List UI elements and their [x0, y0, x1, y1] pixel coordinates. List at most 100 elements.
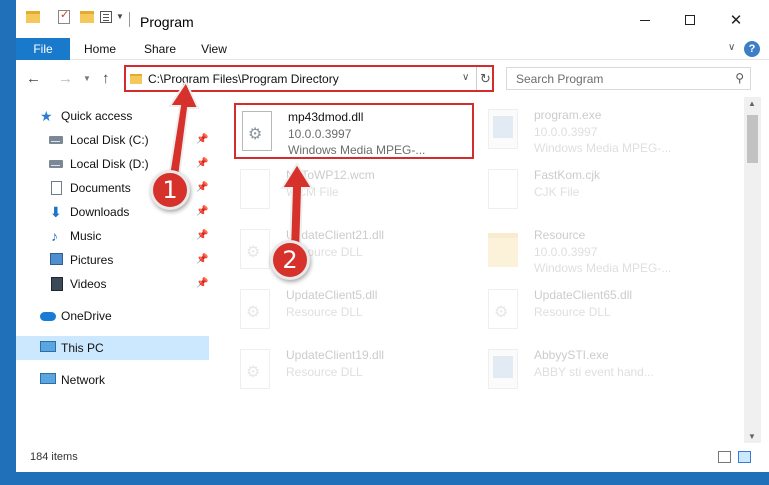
recent-locations-icon[interactable]: ▼	[83, 74, 91, 83]
tab-home[interactable]: Home	[78, 38, 122, 60]
pin-icon[interactable]: 📌	[196, 206, 208, 217]
cloud-icon	[40, 312, 56, 321]
forward-arrow-icon[interactable]: →	[58, 70, 73, 87]
file-item-updateclient5[interactable]: UpdateClient5.dll Resource DLL	[234, 283, 474, 339]
folder-icon	[130, 74, 142, 84]
document-icon	[51, 181, 62, 195]
ribbon-expand-icon[interactable]: ∨	[728, 42, 735, 53]
help-icon[interactable]: ?	[744, 41, 760, 57]
scroll-down-icon[interactable]: ▼	[748, 432, 756, 441]
close-icon: ✕	[729, 12, 743, 29]
search-input[interactable]: Search Program ⚲	[506, 67, 751, 90]
file-version: 10.0.0.3997	[534, 245, 598, 259]
file-version: 10.0.0.3997	[288, 127, 352, 141]
details-view-icon[interactable]	[718, 451, 731, 463]
vertical-scrollbar[interactable]: ▲ ▼	[744, 97, 761, 443]
dll-gear-icon	[242, 111, 272, 151]
dll-gear-icon	[240, 289, 270, 329]
scroll-up-icon[interactable]: ▲	[748, 99, 756, 108]
folder-icon[interactable]	[26, 11, 40, 23]
sidebar-item-label: Quick access	[61, 109, 133, 123]
sidebar-item-label: Downloads	[70, 205, 130, 219]
file-list: mp43dmod.dll 10.0.0.3997 Windows Media M…	[232, 97, 744, 440]
sidebar-item-label: Pictures	[70, 253, 114, 267]
tab-file[interactable]: File	[16, 38, 70, 60]
ribbon-tabs: File Home Share View ∨ ?	[16, 38, 769, 60]
file-item-notowp12[interactable]: NoToWP12.wcm WCM File	[234, 163, 474, 219]
status-bar: 184 items	[16, 446, 769, 468]
pictures-icon	[50, 253, 63, 265]
chevron-down-icon[interactable]: ▼	[116, 12, 124, 21]
sidebar-item-label: Network	[61, 373, 106, 387]
file-name: UpdateClient19.dll	[286, 348, 385, 362]
sidebar-item-music[interactable]: ♪ Music 📌	[16, 224, 209, 248]
file-item-updateclient19[interactable]: UpdateClient19.dll Resource DLL	[234, 343, 474, 399]
sidebar-item-label: Local Disk (C:)	[70, 133, 149, 147]
minimize-button[interactable]	[622, 6, 668, 34]
file-name: AbbyySTI.exe	[534, 348, 609, 362]
file-item-updateclient65[interactable]: UpdateClient65.dll Resource DLL	[482, 283, 722, 339]
sidebar-item-label: OneDrive	[61, 309, 112, 323]
sidebar-item-label: This PC	[61, 341, 104, 355]
file-type: Resource DLL	[534, 305, 611, 319]
file-type: CJK File	[534, 185, 580, 199]
file-description: Windows Media MPEG-...	[534, 261, 672, 275]
customize-toolbar-icon[interactable]	[100, 11, 112, 23]
file-name: program.exe	[534, 108, 602, 122]
file-name: mp43dmod.dll	[288, 110, 364, 124]
file-item-updateclient21[interactable]: UpdateClient21.dll Resource DLL	[234, 223, 474, 279]
sidebar-item-label: Documents	[70, 181, 131, 195]
maximize-button[interactable]	[667, 6, 713, 34]
dll-gear-icon	[240, 229, 270, 269]
pin-icon[interactable]: 📌	[196, 230, 208, 241]
file-item-resource[interactable]: Resource 10.0.0.3997 Windows Media MPEG-…	[482, 223, 722, 279]
close-button[interactable]: ✕	[713, 6, 759, 34]
item-count: 184 items	[30, 451, 78, 463]
sidebar-item-label: Local Disk (D:)	[70, 157, 149, 171]
minimize-icon	[640, 19, 650, 21]
large-icons-view-icon[interactable]	[738, 451, 751, 463]
explorer-window: ▼ Program ✕ File Home Share View ∨ ? ← →…	[16, 0, 769, 472]
file-item-fastkom[interactable]: FastKom.cjk CJK File	[482, 163, 722, 219]
dll-gear-icon	[240, 349, 270, 389]
sidebar-item-network[interactable]: Network	[16, 368, 209, 392]
pin-icon[interactable]: 📌	[196, 278, 208, 289]
maximize-icon	[685, 15, 695, 25]
file-item-program-exe[interactable]: program.exe 10.0.0.3997 Windows Media MP…	[482, 103, 722, 159]
sidebar-item-videos[interactable]: Videos 📌	[16, 272, 209, 296]
sidebar-item-onedrive[interactable]: OneDrive	[16, 304, 209, 328]
back-arrow-icon[interactable]: ←	[26, 70, 41, 87]
sidebar-item-this-pc[interactable]: This PC	[16, 336, 209, 360]
address-dropdown-icon[interactable]: ∨	[462, 72, 469, 83]
file-item-abbyysti[interactable]: AbbyySTI.exe ABBY sti event hand...	[482, 343, 722, 399]
exe-icon	[488, 349, 518, 389]
exe-icon	[488, 109, 518, 149]
scrollbar-thumb[interactable]	[747, 115, 758, 163]
file-type: Resource DLL	[286, 365, 363, 379]
file-type: Resource DLL	[286, 305, 363, 319]
sidebar-item-pictures[interactable]: Pictures 📌	[16, 248, 209, 272]
file-item-mp43dmod[interactable]: mp43dmod.dll 10.0.0.3997 Windows Media M…	[234, 103, 474, 159]
search-placeholder: Search Program	[516, 72, 604, 86]
refresh-icon[interactable]: ↻	[476, 67, 494, 90]
file-name: FastKom.cjk	[534, 168, 601, 182]
computer-icon	[40, 341, 56, 352]
tab-share[interactable]: Share	[140, 38, 180, 60]
window-title: Program	[140, 14, 194, 30]
properties-icon[interactable]	[58, 8, 70, 24]
title-separator	[129, 12, 130, 27]
sidebar-item-label: Videos	[70, 277, 107, 291]
file-version: 10.0.0.3997	[534, 125, 598, 139]
folder-icon	[488, 233, 518, 267]
search-icon[interactable]: ⚲	[735, 71, 744, 85]
pin-icon[interactable]: 📌	[196, 254, 208, 265]
disk-icon	[49, 136, 63, 144]
up-arrow-icon[interactable]: ↑	[102, 70, 110, 87]
new-folder-icon[interactable]	[80, 11, 94, 23]
tab-view[interactable]: View	[198, 38, 230, 60]
video-icon	[51, 277, 63, 291]
step-badge-2: 2	[270, 240, 310, 280]
star-icon: ★	[40, 108, 53, 124]
dll-gear-icon	[488, 289, 518, 329]
music-icon: ♪	[51, 228, 58, 244]
